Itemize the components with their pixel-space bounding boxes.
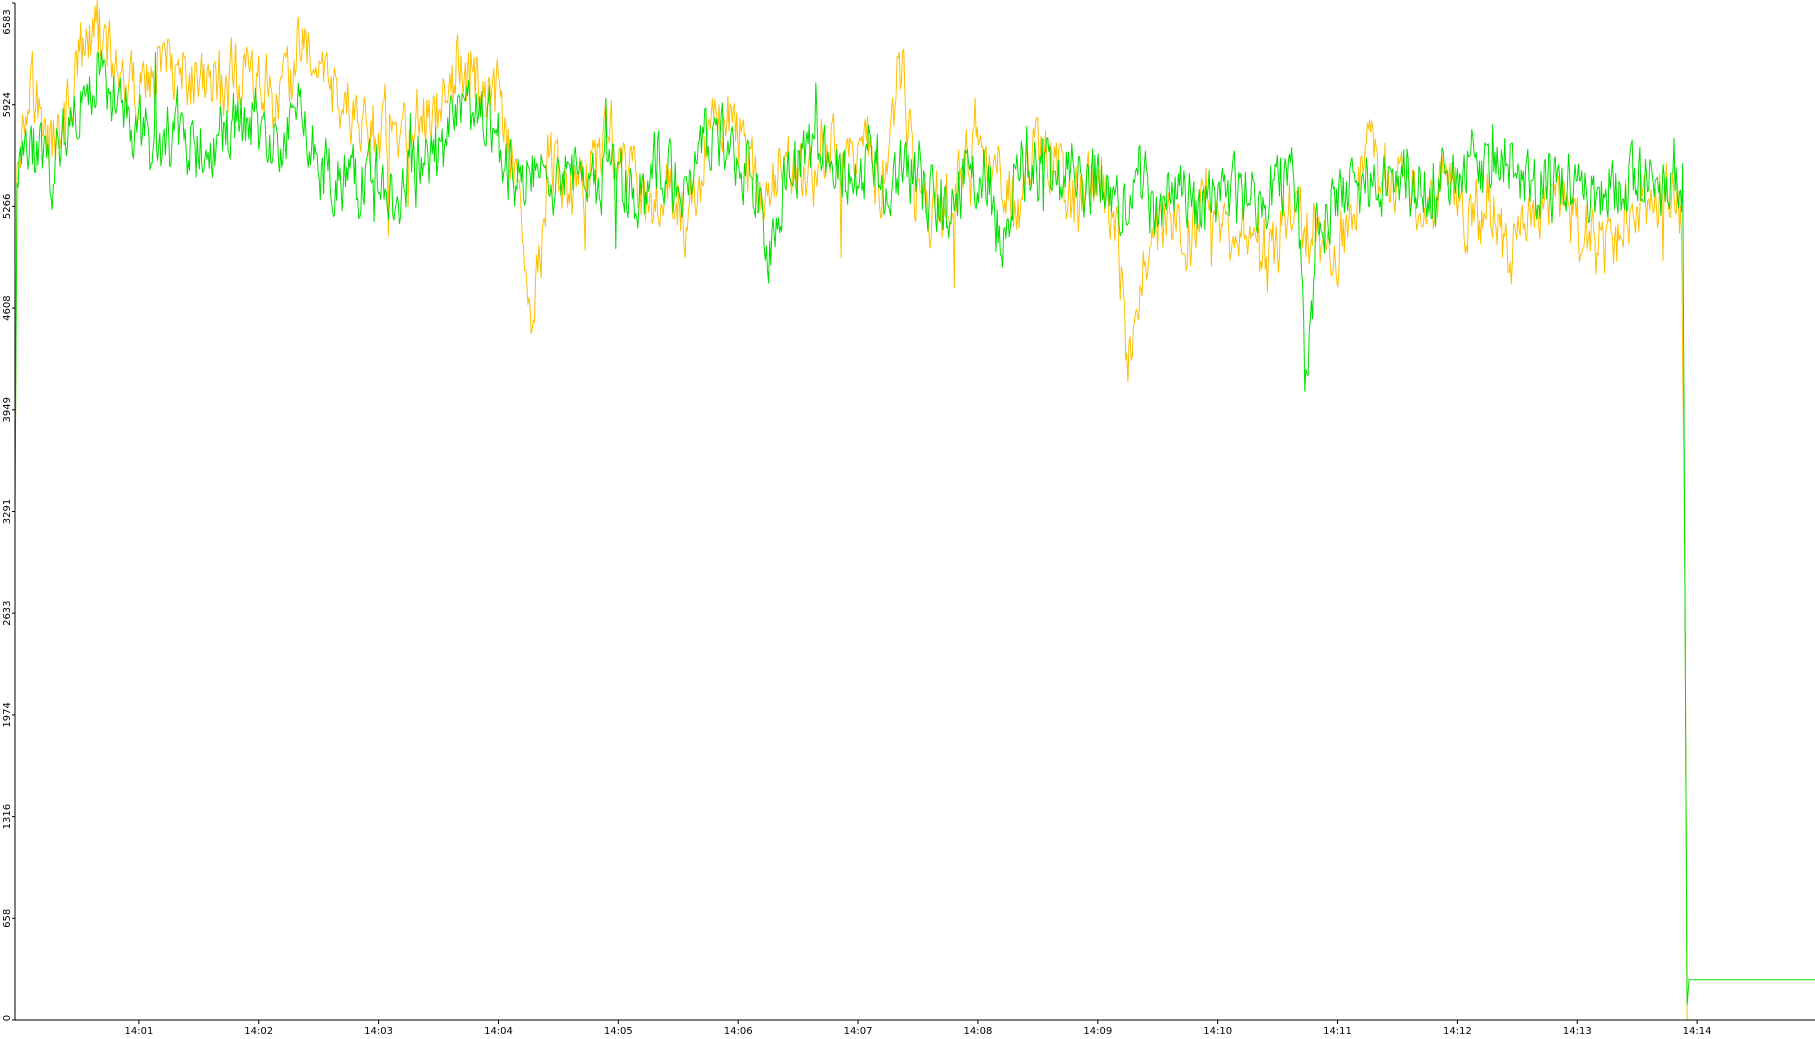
x-tick-label: 14:13 — [1563, 1026, 1592, 1037]
x-tick-label: 14:14 — [1683, 1026, 1712, 1037]
x-tick-label: 14:10 — [1203, 1026, 1232, 1037]
line-chart: 0 658 1316 1974 2633 3291 3949 4608 5266 5924 6583… — [0, 0, 1815, 1039]
x-tick-label: 14:11 — [1323, 1026, 1352, 1037]
y-tick-label: 3291 — [2, 499, 13, 524]
x-tick-label: 14:12 — [1443, 1026, 1472, 1037]
y-tick-label: 1974 — [2, 702, 13, 727]
x-tick-label: 14:09 — [1083, 1026, 1112, 1037]
x-tick-label: 14:07 — [844, 1026, 873, 1037]
y-tick-label: 2633 — [2, 600, 13, 625]
plot-background — [0, 0, 1815, 1039]
y-tick-label: 3949 — [2, 397, 13, 422]
x-tick-label: 14:03 — [364, 1026, 393, 1037]
y-tick-label: 5266 — [2, 194, 13, 219]
x-tick-label: 14:01 — [124, 1026, 153, 1037]
x-tick-label: 14:02 — [244, 1026, 273, 1037]
x-tick-label: 14:06 — [724, 1026, 753, 1037]
chart-container: 0 658 1316 1974 2633 3291 3949 4608 5266 5924 6583… — [0, 0, 1815, 1039]
x-tick-label: 14:04 — [484, 1026, 513, 1037]
y-tick-label: 658 — [2, 909, 13, 928]
x-tick-label: 14:05 — [604, 1026, 633, 1037]
y-tick-label: 1316 — [2, 804, 13, 829]
x-tick-label: 14:08 — [963, 1026, 992, 1037]
y-tick-label: 0 — [2, 1015, 13, 1021]
y-tick-label: 4608 — [2, 295, 13, 320]
y-tick-label: 5924 — [2, 92, 13, 117]
y-tick-label: 6583 — [2, 9, 13, 34]
